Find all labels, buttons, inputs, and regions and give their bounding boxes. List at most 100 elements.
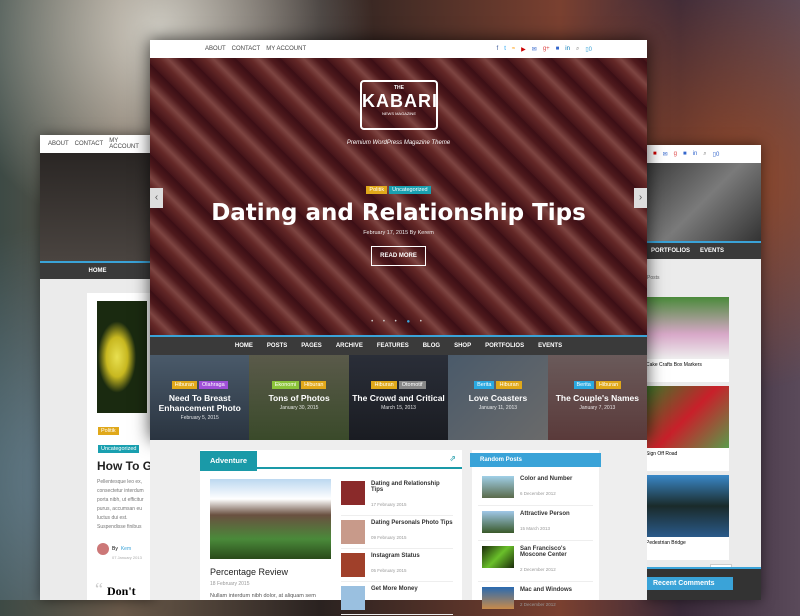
nav-pages[interactable]: PAGES <box>301 343 322 349</box>
item-title[interactable]: Color and Number <box>520 476 572 482</box>
twitter-icon[interactable]: t <box>504 46 506 52</box>
cart-icon[interactable]: ▯0 <box>713 151 720 158</box>
menu-about[interactable]: ABOUT <box>48 141 69 147</box>
featured-title[interactable]: Need To Breast Enhancement Photo <box>150 393 249 413</box>
nav-events[interactable]: EVENTS <box>538 343 562 349</box>
next-slide-arrow[interactable]: › <box>634 188 647 208</box>
email-icon[interactable]: ✉ <box>532 46 537 53</box>
menu-account[interactable]: MY ACCOUNT <box>266 46 306 52</box>
nav-portfolios[interactable]: PORTFOLIOS <box>485 343 524 349</box>
search-icon[interactable]: ⌕ <box>576 46 579 53</box>
list-item[interactable]: Mac and Windows 2 December 2012 <box>478 582 593 616</box>
hero-title[interactable]: Dating and Relationship Tips <box>150 200 647 226</box>
header-image <box>40 153 155 261</box>
item-title[interactable]: Dating Personals Photo Tips <box>371 520 453 526</box>
quote-title: Don't <box>107 584 136 598</box>
email-icon[interactable]: ✉ <box>663 151 668 158</box>
prev-slide-arrow[interactable]: ‹ <box>150 188 163 208</box>
list-item[interactable]: Color and Number 6 December 2012 <box>478 471 593 506</box>
post-title[interactable]: Pedestrian Bridge <box>645 537 729 549</box>
item-title[interactable]: Attractive Person <box>520 511 570 517</box>
nav-portfolios[interactable]: PORTFOLIOS <box>651 248 690 254</box>
nav-events[interactable]: EVENTS <box>700 248 724 254</box>
youtube-icon[interactable]: ▶ <box>521 46 526 53</box>
item-date: 2 December 2012 <box>520 602 556 607</box>
nav-posts[interactable]: POSTS <box>267 343 287 349</box>
post-date: 07 January 2013 <box>112 555 142 560</box>
list-item[interactable]: Get More Money <box>341 582 453 615</box>
nav-archive[interactable]: ARCHIVE <box>336 343 363 349</box>
nav-features[interactable]: FEATURES <box>377 343 409 349</box>
tag-politik[interactable]: Politik <box>366 186 388 194</box>
list-item[interactable]: Dating Personals Photo Tips 09 February 2… <box>341 516 453 549</box>
list-item[interactable]: Attractive Person 15 March 2013 <box>478 506 593 541</box>
featured-item[interactable]: Berita Hiburan Love Coasters January 11, 20… <box>448 355 548 440</box>
item-title[interactable]: Dating and Relationship Tips <box>371 481 453 493</box>
skype-icon[interactable]: ■ <box>556 46 560 52</box>
tag[interactable]: Berita <box>474 381 495 389</box>
item-title[interactable]: Instagram Status <box>371 553 420 559</box>
author-link[interactable]: Kem <box>121 546 131 552</box>
featured-date: January 11, 2013 <box>478 405 518 411</box>
item-title[interactable]: Mac and Windows <box>520 587 572 593</box>
tag[interactable]: Uncategorized <box>98 445 140 453</box>
linkedin-icon[interactable]: in <box>565 46 570 52</box>
search-icon[interactable]: ⌕ <box>703 151 706 158</box>
linkedin-icon[interactable]: in <box>693 151 698 157</box>
header-image <box>645 163 761 241</box>
list-item[interactable]: Instagram Status 05 February 2015 <box>341 549 453 582</box>
slider-dots[interactable]: • • • ● • <box>150 319 647 325</box>
menu-contact[interactable]: CONTACT <box>232 46 261 52</box>
item-title[interactable]: San Francisco's Moscone Center <box>520 546 589 558</box>
rss-icon[interactable]: ≈ <box>512 46 515 52</box>
youtube-icon[interactable]: ■ <box>653 151 657 157</box>
post-title[interactable]: Cake Crafts Box Markers <box>645 359 729 371</box>
tag[interactable]: Hiburan <box>171 381 198 389</box>
menu-about[interactable]: ABOUT <box>205 46 226 52</box>
tag-uncategorized[interactable]: Uncategorized <box>389 186 431 194</box>
read-more-button[interactable]: READ MORE <box>371 246 426 266</box>
nav-shop[interactable]: SHOP <box>454 343 471 349</box>
tag[interactable]: Hiburan <box>496 381 522 389</box>
tag[interactable]: Hiburan <box>595 381 622 389</box>
list-item[interactable]: Dating and Relationship Tips 17 February … <box>341 477 453 516</box>
googleplus-icon[interactable]: g <box>674 151 677 157</box>
cart-count: 0 <box>588 46 592 53</box>
post-image[interactable] <box>210 479 331 559</box>
nav-home[interactable]: HOME <box>89 268 107 274</box>
featured-date: March 15, 2013 <box>381 405 416 411</box>
nav-home[interactable]: HOME <box>235 343 253 349</box>
featured-title[interactable]: Tons of Photos <box>249 393 348 403</box>
skype-icon[interactable]: ■ <box>683 151 687 157</box>
featured-item[interactable]: Ekonomi Hiburan Tons of Photos January 30, … <box>249 355 349 440</box>
menu-account[interactable]: MY ACCOUNT <box>109 138 147 150</box>
featured-date: January 30, 2015 <box>279 405 319 411</box>
featured-title[interactable]: The Couple's Names <box>548 393 647 403</box>
tag[interactable]: Berita <box>573 381 594 389</box>
tag[interactable]: Olahraga <box>199 381 228 389</box>
menu-contact[interactable]: CONTACT <box>75 141 104 147</box>
list-item[interactable]: San Francisco's Moscone Center 2 December… <box>478 541 593 582</box>
post-title[interactable]: Sign Off Road <box>645 448 729 460</box>
post-title[interactable]: How To Get Web Traffic <box>97 459 155 473</box>
share-icon[interactable]: ⇗ <box>449 454 456 463</box>
tag[interactable]: Ekonomi <box>271 381 300 389</box>
tag[interactable]: Otomotif <box>398 381 426 389</box>
post-date: 18 February 2015 <box>210 581 250 587</box>
featured-item[interactable]: Hiburan Olahraga Need To Breast Enhancemen… <box>150 355 250 440</box>
featured-item[interactable]: Berita Hiburan The Couple's Names January 7… <box>547 355 648 440</box>
site-logo[interactable]: THE KABARI NEWS MAGAZINE <box>360 80 438 130</box>
featured-title[interactable]: Love Coasters <box>448 393 547 403</box>
nav-blog[interactable]: BLOG <box>423 343 440 349</box>
item-title[interactable]: Get More Money <box>371 586 418 592</box>
tag[interactable]: Politik <box>98 427 119 435</box>
featured-item[interactable]: Hiburan Otomotif The Crowd and Critical Mar… <box>348 355 449 440</box>
cart-icon[interactable]: ▯0 <box>585 46 592 53</box>
googleplus-icon[interactable]: g+ <box>543 46 550 52</box>
featured-title[interactable]: The Crowd and Critical <box>349 393 448 403</box>
tag[interactable]: Hiburan <box>371 381 397 389</box>
facebook-icon[interactable]: f <box>497 46 499 52</box>
tag[interactable]: Hiburan <box>301 381 327 389</box>
post-title[interactable]: Percentage Review <box>210 567 331 577</box>
main-preview-page: ABOUT CONTACT MY ACCOUNT f t ≈ ▶ ✉ g+ ■ … <box>150 40 648 440</box>
